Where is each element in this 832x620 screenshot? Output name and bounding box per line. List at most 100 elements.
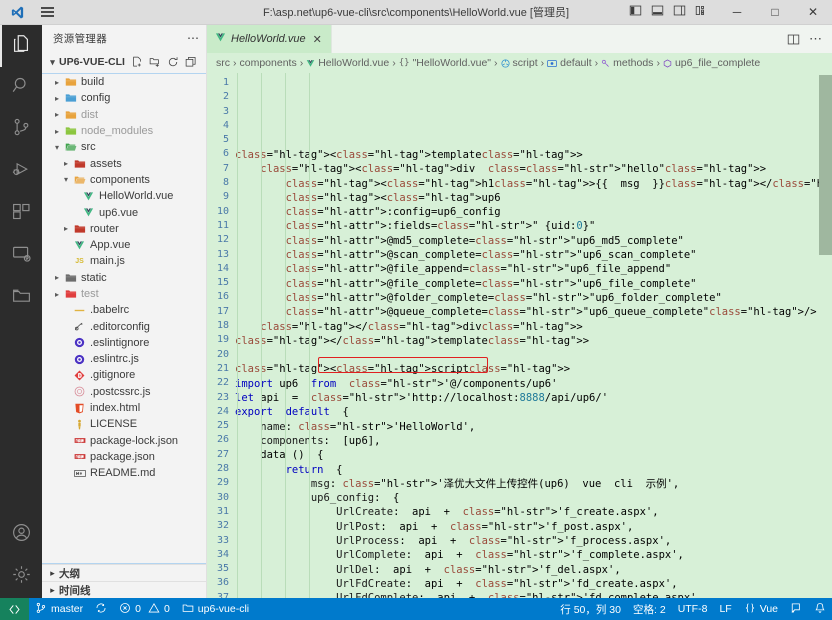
code-line[interactable]: components: [up6], bbox=[235, 434, 832, 448]
chevron-right-icon[interactable]: ▸ bbox=[51, 290, 63, 299]
code-line[interactable]: import up6 from class="hl-str">'@/compon… bbox=[235, 377, 832, 391]
status-notifications[interactable] bbox=[808, 598, 832, 620]
breadcrumb-item-helloworld-vue[interactable]: {}"HelloWorld.vue" bbox=[399, 57, 491, 69]
file-tree[interactable]: ▸build▸config▸dist▸node_modules▾src▸asse… bbox=[42, 73, 206, 564]
chevron-down-icon[interactable]: ▾ bbox=[60, 175, 72, 184]
chevron-right-icon[interactable]: ▸ bbox=[60, 159, 72, 168]
code-line[interactable]: class="hl-attr">@md5_complete=class="hl-… bbox=[235, 234, 832, 248]
breadcrumb-item-src[interactable]: src bbox=[216, 57, 230, 69]
code-line[interactable]: class="hl-tag"><class="hl-tag">up6 bbox=[235, 191, 832, 205]
editor-scrollbar-thumb[interactable] bbox=[819, 75, 832, 255]
tree-item-static[interactable]: ▸static bbox=[42, 270, 206, 286]
chevron-right-icon[interactable]: ▸ bbox=[51, 78, 63, 87]
remote-indicator[interactable] bbox=[0, 598, 29, 620]
code-line[interactable] bbox=[235, 348, 832, 362]
code-line[interactable]: class="hl-tag"><class="hl-tag">scriptcla… bbox=[235, 362, 832, 376]
breadcrumb-item-default[interactable]: default bbox=[547, 57, 592, 69]
sidebar-section-timeline[interactable]: ▸时间线 bbox=[42, 581, 206, 598]
code-line[interactable]: class="hl-attr">@scan_complete=class="hl… bbox=[235, 248, 832, 262]
tree-item-dist[interactable]: ▸dist bbox=[42, 107, 206, 123]
breadcrumb-item-components[interactable]: components bbox=[240, 57, 297, 69]
refresh-explorer-icon[interactable] bbox=[167, 56, 179, 68]
toggle-panel-icon[interactable] bbox=[651, 4, 664, 20]
breadcrumb-item-methods[interactable]: methods bbox=[601, 57, 653, 69]
code-line[interactable]: class="hl-tag"><class="hl-tag">div class… bbox=[235, 162, 832, 176]
code-line[interactable]: UrlCreate: api + class="hl-str">'f_creat… bbox=[235, 505, 832, 519]
code-editor[interactable]: 1234567891011121314151617181920212223242… bbox=[207, 73, 832, 598]
status-folder[interactable]: up6-vue-cli bbox=[176, 598, 255, 620]
tree-item-readme-md[interactable]: README.md bbox=[42, 465, 206, 481]
tree-item-main-js[interactable]: JSmain.js bbox=[42, 253, 206, 269]
status-encoding[interactable]: UTF-8 bbox=[672, 598, 714, 620]
code-line[interactable]: class="hl-tag"><class="hl-tag">templatec… bbox=[235, 148, 832, 162]
customize-layout-icon[interactable] bbox=[695, 4, 708, 20]
tree-item-gitignore[interactable]: .gitignore bbox=[42, 367, 206, 383]
tree-item-up6-vue[interactable]: up6.vue bbox=[42, 204, 206, 220]
chevron-right-icon[interactable]: ▸ bbox=[60, 224, 72, 233]
status-eol[interactable]: LF bbox=[713, 598, 737, 620]
activitybar-item-settings[interactable] bbox=[0, 556, 42, 598]
tree-item-node-modules[interactable]: ▸node_modules bbox=[42, 123, 206, 139]
code-line[interactable]: let api = class="hl-str">'http://localho… bbox=[235, 391, 832, 405]
tree-item-index-html[interactable]: index.html bbox=[42, 400, 206, 416]
activitybar-item-accounts[interactable] bbox=[0, 514, 42, 556]
code-line[interactable]: UrlDel: api + class="hl-str">'f_del.aspx… bbox=[235, 563, 832, 577]
code-line[interactable]: class="hl-attr">@file_complete=class="hl… bbox=[235, 277, 832, 291]
activitybar-item-source-control[interactable] bbox=[0, 109, 42, 151]
sidebar-more-actions-icon[interactable]: ⋯ bbox=[187, 31, 200, 45]
close-button[interactable]: ✕ bbox=[794, 0, 832, 24]
code-line[interactable]: return { bbox=[235, 463, 832, 477]
chevron-right-icon[interactable]: ▸ bbox=[51, 273, 63, 282]
activitybar-item-folder[interactable] bbox=[0, 277, 42, 319]
code-line[interactable]: class="hl-attr">:config=up6_config bbox=[235, 205, 832, 219]
tree-item-editorconfig[interactable]: .editorconfig bbox=[42, 318, 206, 334]
collapse-folders-icon[interactable] bbox=[185, 56, 197, 68]
chevron-right-icon[interactable]: ▸ bbox=[51, 110, 63, 119]
tree-item-eslintrc-js[interactable]: .eslintrc.js bbox=[42, 351, 206, 367]
menu-hamburger-icon[interactable] bbox=[34, 11, 60, 13]
toggle-secondary-sidebar-icon[interactable] bbox=[673, 4, 686, 20]
tree-item-license[interactable]: LICENSE bbox=[42, 416, 206, 432]
code-line[interactable]: class="hl-attr">:fields=class="hl-str">"… bbox=[235, 219, 832, 233]
code-content[interactable]: class="hl-tag"><class="hl-tag">templatec… bbox=[235, 73, 832, 598]
code-line[interactable]: name: class="hl-str">'HelloWorld', bbox=[235, 420, 832, 434]
tree-item-eslintignore[interactable]: .eslintignore bbox=[42, 335, 206, 351]
tree-item-src[interactable]: ▾src bbox=[42, 139, 206, 155]
status-indentation[interactable]: 空格: 2 bbox=[627, 598, 672, 620]
tree-item-build[interactable]: ▸build bbox=[42, 74, 206, 90]
maximize-button[interactable]: □ bbox=[756, 0, 794, 24]
editor-scrollbar[interactable] bbox=[819, 73, 832, 598]
tree-item-app-vue[interactable]: App.vue bbox=[42, 237, 206, 253]
tree-item-postcssrc-js[interactable]: .postcssrc.js bbox=[42, 384, 206, 400]
activitybar-item-remote-explorer[interactable] bbox=[0, 235, 42, 277]
status-sync[interactable] bbox=[89, 598, 113, 620]
activitybar-item-search[interactable] bbox=[0, 67, 42, 109]
status-language-mode[interactable]: Vue bbox=[738, 598, 784, 620]
breadcrumb-item-script[interactable]: script bbox=[501, 57, 538, 69]
status-problems[interactable]: 0 0 bbox=[113, 598, 176, 620]
minimize-button[interactable]: ─ bbox=[718, 0, 756, 24]
status-cursor-position[interactable]: 行 50，列 30 bbox=[554, 598, 627, 620]
tree-item-package-json[interactable]: package.json bbox=[42, 449, 206, 465]
code-line[interactable]: class="hl-attr">@folder_complete=class="… bbox=[235, 291, 832, 305]
new-file-icon[interactable] bbox=[131, 56, 143, 68]
code-line[interactable]: data () { bbox=[235, 448, 832, 462]
toggle-primary-sidebar-icon[interactable] bbox=[629, 4, 642, 20]
new-folder-icon[interactable] bbox=[149, 56, 161, 68]
tree-item-router[interactable]: ▸router bbox=[42, 221, 206, 237]
code-line[interactable]: class="hl-tag"></class="hl-tag">divclass… bbox=[235, 320, 832, 334]
breadcrumb-item-helloworld-vue[interactable]: HelloWorld.vue bbox=[306, 57, 389, 69]
code-line[interactable]: up6_config: { bbox=[235, 491, 832, 505]
code-line[interactable]: UrlComplete: api + class="hl-str">'f_com… bbox=[235, 548, 832, 562]
code-line[interactable]: class="hl-attr">@file_append=class="hl-s… bbox=[235, 262, 832, 276]
code-line[interactable]: class="hl-tag"><class="hl-tag">h1class="… bbox=[235, 177, 832, 191]
breadcrumb-item-up6_file_complete[interactable]: up6_file_complete bbox=[663, 57, 760, 69]
code-line[interactable]: UrlFdComplete: api + class="hl-str">'fd_… bbox=[235, 591, 832, 598]
tree-item-babelrc[interactable]: .babelrc bbox=[42, 302, 206, 318]
code-line[interactable]: msg: class="hl-str">'泽优大文件上传控件(up6) vue … bbox=[235, 477, 832, 491]
tree-item-components[interactable]: ▾components bbox=[42, 172, 206, 188]
tree-item-assets[interactable]: ▸assets bbox=[42, 155, 206, 171]
chevron-down-icon[interactable]: ▾ bbox=[51, 143, 63, 152]
chevron-right-icon[interactable]: ▸ bbox=[51, 94, 63, 103]
tab-helloworld-vue[interactable]: HelloWorld.vue ✕ bbox=[207, 25, 332, 53]
